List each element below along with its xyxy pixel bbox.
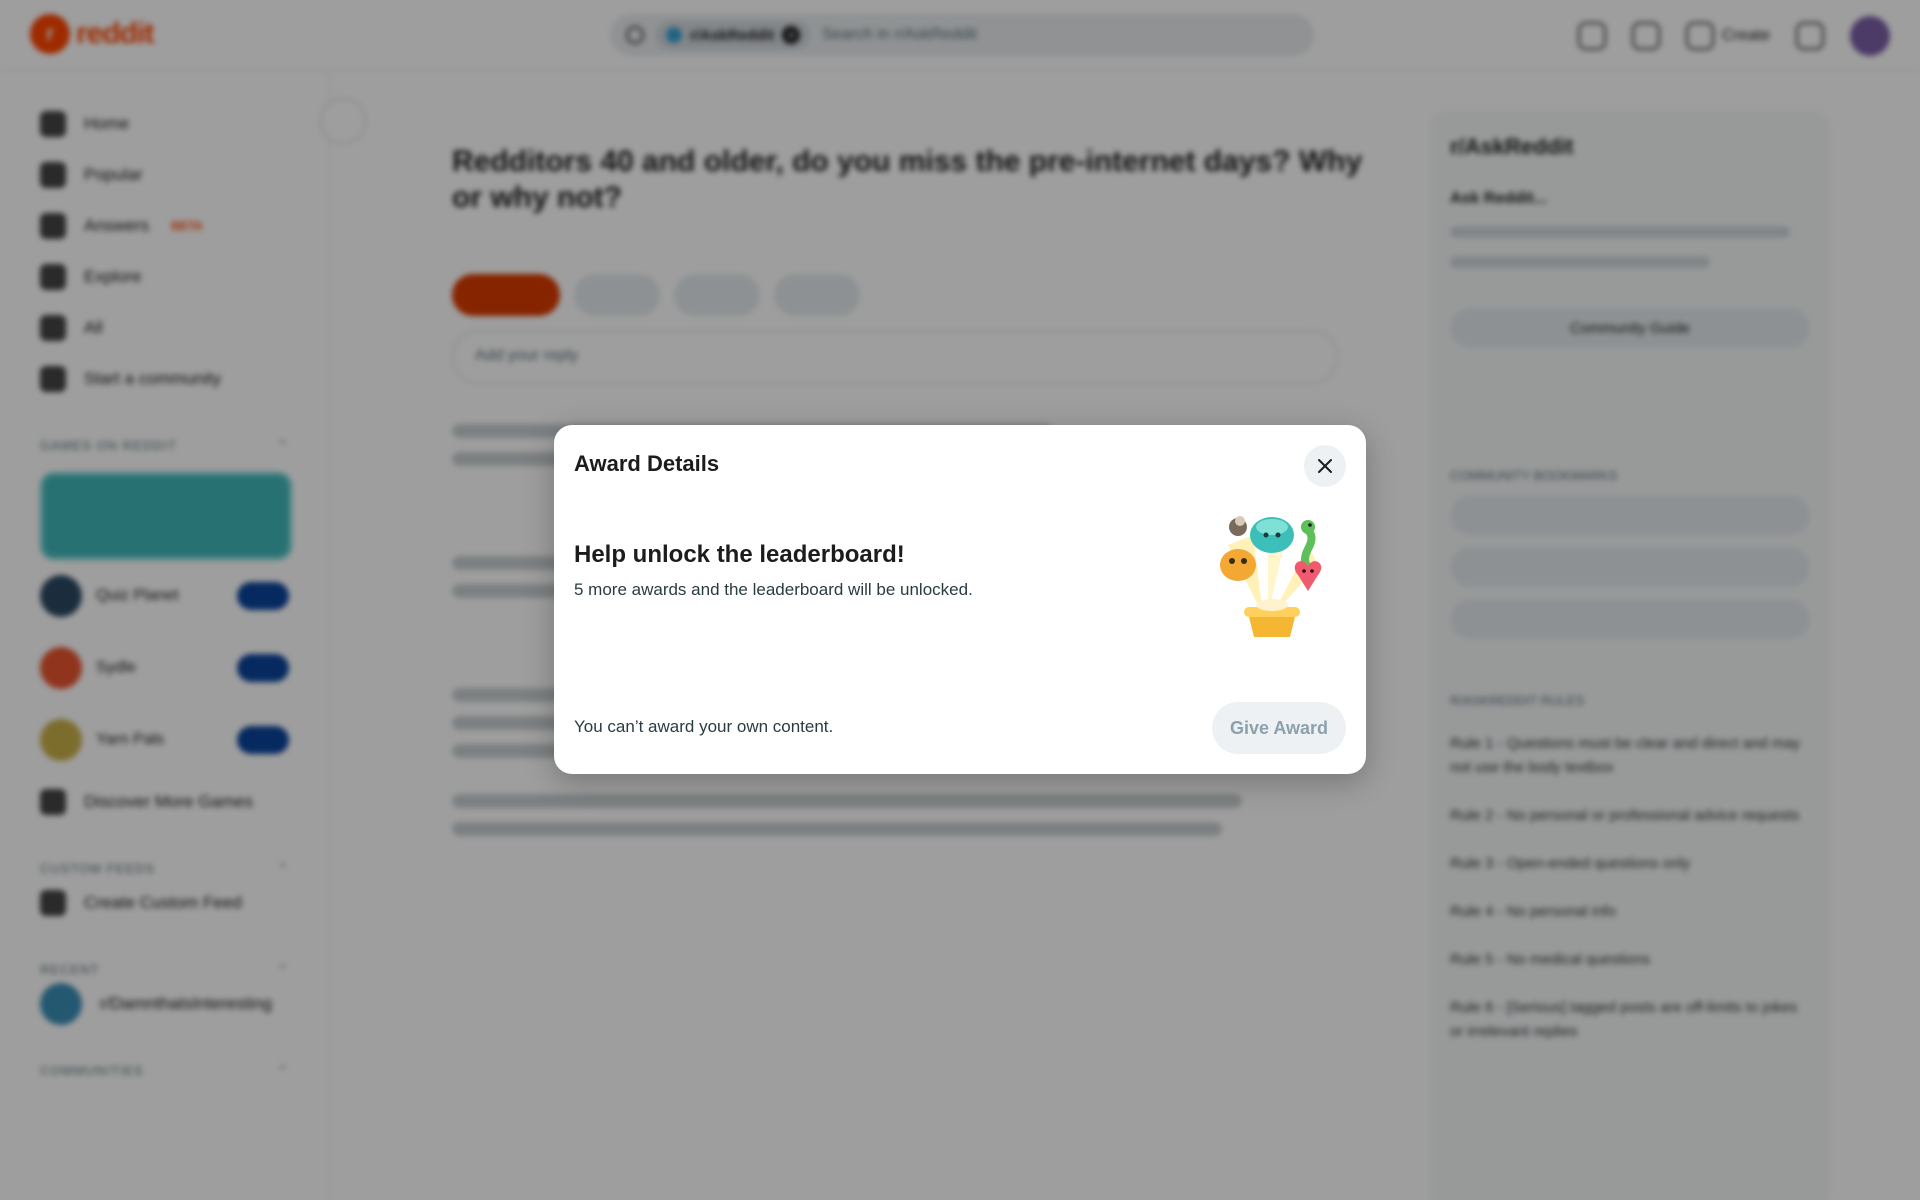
close-button[interactable] xyxy=(1304,445,1346,487)
close-icon xyxy=(1318,459,1332,473)
leaderboard-subtext: 5 more awards and the leaderboard will b… xyxy=(574,580,973,599)
self-award-notice: You can’t award your own content. xyxy=(574,717,834,736)
leaderboard-headline: Help unlock the leaderboard! xyxy=(574,541,905,568)
award-details-dialog: Award Details Help unlock the leaderboar… xyxy=(554,425,1366,774)
give-award-button[interactable]: Give Award xyxy=(1212,702,1346,754)
award-characters-illustration-icon xyxy=(1220,516,1322,637)
dialog-title: Award Details xyxy=(574,451,720,476)
